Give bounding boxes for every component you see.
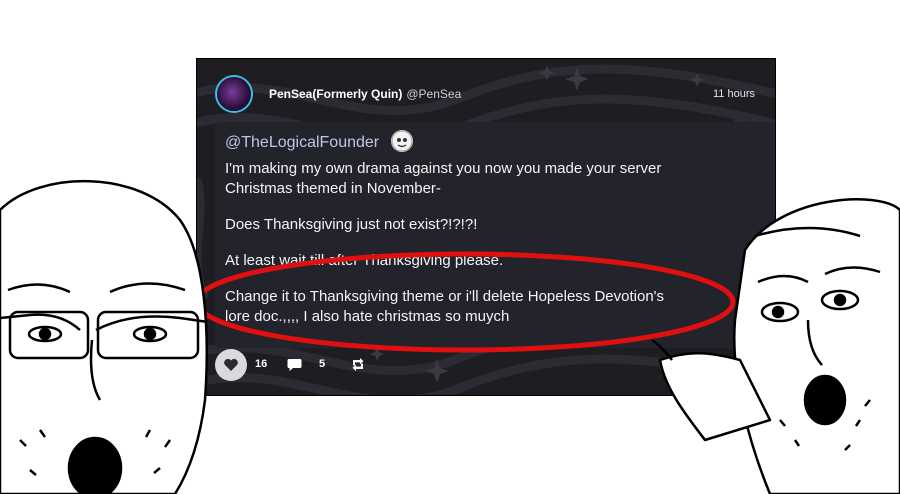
post-text-line-6: lore doc.,,,, I also hate christmas so m… [225,308,510,325]
heart-icon [224,358,238,371]
post-timestamp[interactable]: 11 hours [713,88,755,100]
author-avatar[interactable] [217,77,251,111]
author-handle[interactable]: @PenSea [406,87,461,101]
post-text-line-4: At least wait till after Thanksgiving pl… [225,252,504,269]
comment-count: 5 [319,358,326,370]
like-button[interactable] [215,349,247,381]
post-actions: 16 5 [215,348,755,382]
more-icon[interactable] [735,361,739,373]
post-text-line-3: Does Thanksgiving just not exist?!?!?! [225,216,478,233]
post-header: PenSea(Formerly Quin) @PenSea 11 hours [197,73,775,117]
like-count: 16 [255,358,268,370]
post-text-line-1: I'm making my own drama against you now … [225,160,662,177]
post-text-line-2: Christmas themed in November- [225,180,441,197]
reblog-icon[interactable] [351,357,365,372]
post-card: PenSea(Formerly Quin) @PenSea 11 hours @T… [196,58,776,396]
post-body: @TheLogicalFounder I'm making my own dra… [215,122,775,348]
mention-link[interactable]: @TheLogicalFounder [225,134,379,152]
mention-avatar-icon [391,130,413,152]
left-wojak-drawing [0,179,209,494]
author-line[interactable]: PenSea(Formerly Quin) @PenSea [269,87,461,101]
comment-icon[interactable] [287,358,302,372]
author-name[interactable]: PenSea(Formerly Quin) [269,87,402,101]
mention-avatar [391,130,413,152]
post-text-line-5: Change it to Thanksgiving theme or i'll … [225,288,665,305]
